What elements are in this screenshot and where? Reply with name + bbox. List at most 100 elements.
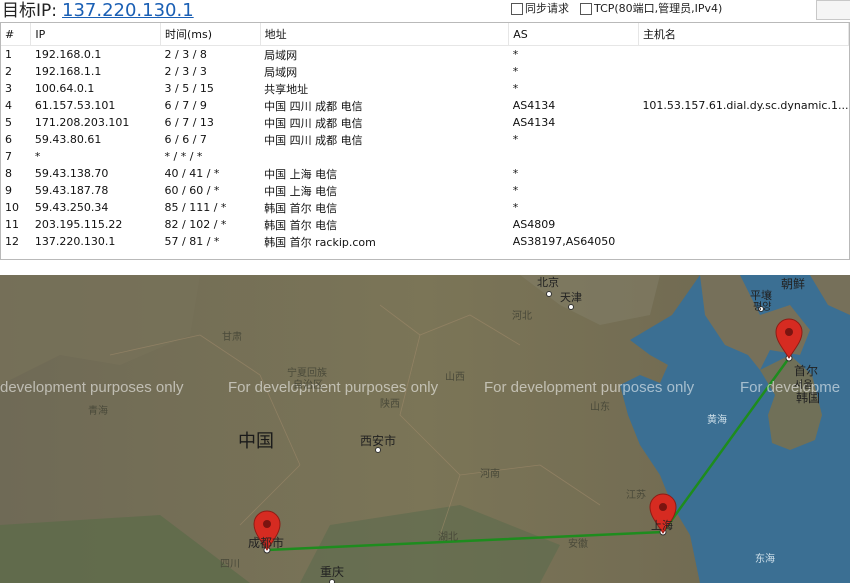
dev-watermark: For developme xyxy=(740,379,841,396)
table-row[interactable]: 5 171.208.203.101 6 / 7 / 13 中国 四川 成都 电信 AS4… xyxy=(1,114,849,131)
beijing-dot xyxy=(546,291,552,297)
hop-hostname: 101.53.157.61.dial.dy.sc.dynamic.1... xyxy=(642,99,849,112)
route-map[interactable]: development purposes only For developmen… xyxy=(0,275,850,583)
map-label-hubei: 湖北 xyxy=(438,532,458,543)
hop-ip: 59.43.187.78 xyxy=(34,184,109,197)
map-label-jiangsu: 江苏 xyxy=(626,490,646,501)
hop-ip: 59.43.138.70 xyxy=(34,167,109,180)
hop-latency: 6 / 6 / 7 xyxy=(164,133,207,146)
hop-as: AS4134 xyxy=(512,116,556,129)
map-canvas xyxy=(0,275,850,583)
hop-as: * xyxy=(512,184,519,197)
map-label-shandong: 山东 xyxy=(590,402,610,413)
start-button[interactable] xyxy=(816,0,850,20)
hop-location: 韩国 首尔 电信 xyxy=(264,218,338,232)
table-row[interactable]: 2 192.168.1.1 2 / 3 / 3 局域网 * xyxy=(1,63,849,80)
table-row[interactable]: 3 100.64.0.1 3 / 5 / 15 共享地址 * xyxy=(1,80,849,97)
hop-hostname xyxy=(638,182,848,199)
hop-number: 2 xyxy=(5,65,12,78)
hop-number: 10 xyxy=(5,201,19,214)
column-header[interactable]: 时间(ms) xyxy=(160,23,261,46)
hop-hostname xyxy=(638,199,848,216)
column-header[interactable]: 主机名 xyxy=(638,23,850,46)
hop-location: 中国 上海 电信 xyxy=(264,184,338,198)
hop-number: 11 xyxy=(5,218,19,231)
hop-location: 中国 上海 电信 xyxy=(264,167,338,181)
map-label-chaoxian: 朝鲜 xyxy=(781,277,806,291)
map-label-anhui: 安徽 xyxy=(568,539,588,550)
table-header-row: # IP 时间(ms) 地址 AS 主机名 xyxy=(1,23,850,46)
table-row[interactable]: 8 59.43.138.70 40 / 41 / * 中国 上海 电信 * xyxy=(1,165,849,182)
table-row[interactable]: 11 203.195.115.22 82 / 102 / * 韩国 首尔 电信 AS48… xyxy=(1,216,849,233)
hop-ip: 171.208.203.101 xyxy=(34,116,130,129)
hop-number: 4 xyxy=(5,99,12,112)
sync-request-checkbox[interactable]: 同步请求 xyxy=(511,2,569,16)
column-header[interactable]: IP xyxy=(30,23,162,46)
table-row[interactable]: 10 59.43.250.34 85 / 111 / * 韩国 首尔 电信 * xyxy=(1,199,849,216)
dev-watermark: For development purposes only xyxy=(484,379,695,396)
map-label-hebei: 河北 xyxy=(512,311,532,322)
tianjin-dot xyxy=(568,304,574,310)
table-row[interactable]: 4 61.157.53.101 6 / 7 / 9 中国 四川 成都 电信 AS4134… xyxy=(1,97,849,114)
hop-hostname xyxy=(638,216,848,233)
checkbox-icon[interactable] xyxy=(511,3,523,15)
map-label-donghai: 东海 xyxy=(755,554,775,565)
table-row[interactable]: 9 59.43.187.78 60 / 60 / * 中国 上海 电信 * xyxy=(1,182,849,199)
hop-location: 局域网 xyxy=(264,48,298,62)
hop-ip: * xyxy=(34,150,41,163)
hop-latency: 57 / 81 / * xyxy=(164,235,220,248)
table-row[interactable]: 12 137.220.130.1 57 / 81 / * 韩国 首尔 rackip.c… xyxy=(1,233,849,250)
hop-as: AS38197,AS64050 xyxy=(512,235,616,248)
hop-location: 中国 四川 成都 电信 xyxy=(264,116,363,130)
column-header[interactable]: AS xyxy=(508,23,639,46)
column-header[interactable]: # xyxy=(1,23,32,46)
hop-table: # IP 时间(ms) 地址 AS 主机名 1 192.168.0.1 2 / 3 … xyxy=(1,23,850,251)
hop-location: 共享地址 xyxy=(264,82,309,96)
map-label-pingrang-ko: 평양 xyxy=(753,302,772,313)
table-row[interactable]: 6 59.43.80.61 6 / 6 / 7 中国 四川 成都 电信 * xyxy=(1,131,849,148)
hop-ip: 59.43.250.34 xyxy=(34,201,109,214)
hop-hostname xyxy=(638,46,848,64)
target-ip-label: 目标IP: xyxy=(2,1,57,21)
hop-ip: 192.168.1.1 xyxy=(34,65,102,78)
hop-as: * xyxy=(512,201,519,214)
table-row[interactable]: 1 192.168.0.1 2 / 3 / 8 局域网 * xyxy=(1,46,849,64)
table-row[interactable]: 7 * * / * / * xyxy=(1,148,849,165)
hop-ip: 137.220.130.1 xyxy=(34,235,116,248)
dev-watermark: development purposes only xyxy=(0,379,184,396)
map-label-xian: 西安市 xyxy=(360,434,397,448)
hop-table-body: 1 192.168.0.1 2 / 3 / 8 局域网 * 2 192.168.1.1 2 /… xyxy=(1,46,849,251)
hop-location: 韩国 首尔 rackip.com xyxy=(264,235,376,249)
hop-number: 12 xyxy=(5,235,19,248)
hop-hostname xyxy=(638,131,848,148)
hop-location: 局域网 xyxy=(264,65,298,79)
hop-as: * xyxy=(512,167,519,180)
map-label-zhongguo: 中国 xyxy=(238,431,274,452)
map-label-shanxi: 山西 xyxy=(445,372,465,383)
hop-hostname xyxy=(638,233,848,250)
tcp-mode-checkbox[interactable]: TCP(80端口,管理员,IPv4) xyxy=(580,2,722,16)
target-ip-link[interactable]: 137.220.130.1 xyxy=(62,0,194,22)
hop-ip: 203.195.115.22 xyxy=(34,218,123,231)
hop-as: AS4809 xyxy=(512,218,556,231)
header-bar: 目标IP: 137.220.130.1 同步请求 TCP(80端口,管理员,IP… xyxy=(0,0,850,22)
column-header[interactable]: 地址 xyxy=(260,23,510,46)
dev-watermark: For development purposes only xyxy=(228,379,439,396)
tcp-mode-label: TCP(80端口,管理员,IPv4) xyxy=(594,2,723,15)
hop-ip: 192.168.0.1 xyxy=(34,48,102,61)
hop-number: 6 xyxy=(5,133,12,146)
hop-latency: 85 / 111 / * xyxy=(164,201,227,214)
hop-latency: 2 / 3 / 8 xyxy=(164,48,207,61)
hop-latency: 2 / 3 / 3 xyxy=(164,65,207,78)
map-label-hanguo: 韩国 xyxy=(796,391,821,405)
hop-latency: * / * / * xyxy=(164,150,203,163)
map-label-sichuan: 四川 xyxy=(220,559,240,570)
hop-ip: 59.43.80.61 xyxy=(34,133,102,146)
hop-number: 7 xyxy=(5,150,12,163)
hop-as: * xyxy=(512,48,519,61)
hop-latency: 6 / 7 / 13 xyxy=(164,116,214,129)
hop-latency: 40 / 41 / * xyxy=(164,167,220,180)
hop-hostname xyxy=(638,114,848,131)
hop-latency: 3 / 5 / 15 xyxy=(164,82,214,95)
checkbox-icon[interactable] xyxy=(580,3,592,15)
